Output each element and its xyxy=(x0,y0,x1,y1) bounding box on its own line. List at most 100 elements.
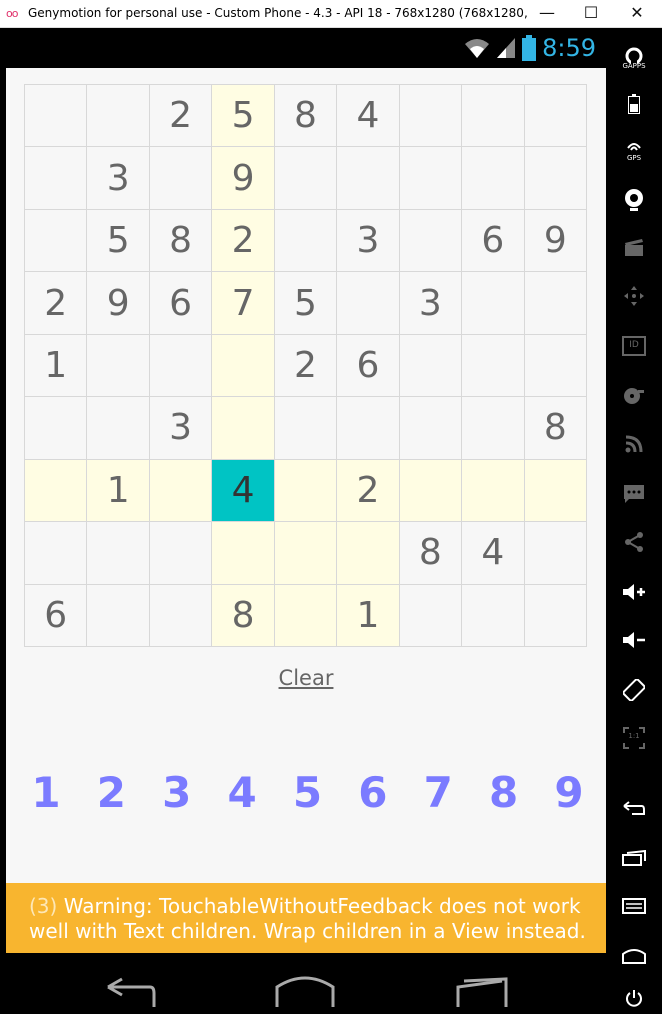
sudoku-cell-r7-c5[interactable] xyxy=(274,459,338,523)
sudoku-cell-r3-c9[interactable]: 9 xyxy=(524,209,587,273)
sudoku-cell-r5-c7[interactable] xyxy=(399,334,463,398)
sudoku-cell-r5-c9[interactable] xyxy=(524,334,587,398)
webcam-button[interactable] xyxy=(618,184,650,216)
sudoku-cell-r3-c5[interactable] xyxy=(274,209,338,273)
numpad-key-5[interactable]: 5 xyxy=(288,768,328,817)
sms-button[interactable] xyxy=(618,478,650,510)
back-button[interactable] xyxy=(618,792,650,824)
sudoku-cell-r1-c7[interactable] xyxy=(399,85,463,148)
sudoku-cell-r7-c8[interactable] xyxy=(462,459,525,523)
sudoku-cell-r4-c9[interactable] xyxy=(524,272,587,335)
home-icon[interactable] xyxy=(275,973,335,1007)
sudoku-cell-r6-c2[interactable] xyxy=(87,397,150,460)
sudoku-cell-r8-c9[interactable] xyxy=(524,522,587,585)
yellow-box-warning[interactable]: (3) Warning: TouchableWithoutFeedback do… xyxy=(6,883,606,953)
numpad-key-6[interactable]: 6 xyxy=(353,768,393,817)
sudoku-cell-r7-c3[interactable] xyxy=(149,459,213,523)
sudoku-cell-r8-c7[interactable]: 8 xyxy=(399,522,463,585)
sudoku-cell-r9-c7[interactable] xyxy=(399,584,463,647)
numpad-key-3[interactable]: 3 xyxy=(157,768,197,817)
menu-button[interactable] xyxy=(618,890,650,922)
close-button[interactable]: ✕ xyxy=(622,3,652,25)
volume-up-button[interactable] xyxy=(618,576,650,608)
sudoku-cell-r3-c2[interactable]: 5 xyxy=(87,209,150,273)
numpad-key-2[interactable]: 2 xyxy=(91,768,131,817)
sudoku-cell-r4-c3[interactable]: 6 xyxy=(149,272,213,335)
sudoku-cell-r1-c3[interactable]: 2 xyxy=(149,85,213,148)
sudoku-cell-r3-c8[interactable]: 6 xyxy=(462,209,525,273)
sudoku-cell-r1-c1[interactable] xyxy=(25,85,88,148)
recent-apps-button[interactable] xyxy=(618,842,650,874)
clear-button[interactable]: Clear xyxy=(279,666,334,690)
screencast-button[interactable] xyxy=(618,232,650,264)
sudoku-cell-r8-c2[interactable] xyxy=(87,522,150,585)
sudoku-cell-r7-c2[interactable]: 1 xyxy=(87,459,150,523)
sudoku-cell-r4-c5[interactable]: 5 xyxy=(274,272,338,335)
sudoku-cell-r1-c8[interactable] xyxy=(462,85,525,148)
sudoku-cell-r6-c5[interactable] xyxy=(274,397,338,460)
sudoku-cell-r6-c4[interactable] xyxy=(212,397,275,460)
sudoku-cell-r6-c7[interactable] xyxy=(399,397,463,460)
numpad-key-9[interactable]: 9 xyxy=(549,768,589,817)
sudoku-cell-r5-c6[interactable]: 6 xyxy=(337,334,400,398)
sudoku-cell-r2-c9[interactable] xyxy=(524,147,587,210)
sudoku-cell-r9-c3[interactable] xyxy=(149,584,213,647)
sudoku-cell-r2-c2[interactable]: 3 xyxy=(87,147,150,210)
power-button[interactable] xyxy=(618,982,650,1014)
disk-io-button[interactable] xyxy=(618,380,650,412)
minimize-button[interactable]: — xyxy=(532,3,562,25)
sudoku-cell-r8-c4[interactable] xyxy=(212,522,275,585)
recent-apps-icon[interactable] xyxy=(452,973,512,1007)
back-icon[interactable] xyxy=(100,973,160,1007)
home-button[interactable] xyxy=(618,940,650,972)
sudoku-cell-r3-c6[interactable]: 3 xyxy=(337,209,400,273)
sudoku-cell-r9-c5[interactable] xyxy=(274,584,338,647)
numpad-key-4[interactable]: 4 xyxy=(222,768,262,817)
sudoku-cell-r7-c6[interactable]: 2 xyxy=(337,459,400,523)
volume-down-button[interactable] xyxy=(618,624,650,656)
numpad-key-7[interactable]: 7 xyxy=(418,768,458,817)
sudoku-cell-r3-c7[interactable] xyxy=(399,209,463,273)
remote-control-button[interactable] xyxy=(618,280,650,312)
sudoku-cell-r5-c5[interactable]: 2 xyxy=(274,334,338,398)
maximize-button[interactable]: ☐ xyxy=(576,3,606,25)
sudoku-cell-r3-c3[interactable]: 8 xyxy=(149,209,213,273)
battery-button[interactable] xyxy=(618,88,650,120)
sudoku-cell-r9-c2[interactable] xyxy=(87,584,150,647)
sudoku-cell-r1-c6[interactable]: 4 xyxy=(337,85,400,148)
sudoku-cell-r5-c3[interactable] xyxy=(149,334,213,398)
sudoku-cell-r7-c7[interactable] xyxy=(399,459,463,523)
share-button[interactable] xyxy=(618,526,650,558)
device-id-button[interactable]: ID xyxy=(618,330,650,362)
sudoku-cell-r6-c8[interactable] xyxy=(462,397,525,460)
numpad-key-1[interactable]: 1 xyxy=(26,768,66,817)
network-button[interactable] xyxy=(618,428,650,460)
sudoku-cell-r2-c1[interactable] xyxy=(25,147,88,210)
gps-button[interactable]: GPS xyxy=(618,132,650,164)
sudoku-cell-r2-c5[interactable] xyxy=(274,147,338,210)
sudoku-cell-r8-c3[interactable] xyxy=(149,522,213,585)
sudoku-cell-r5-c2[interactable] xyxy=(87,334,150,398)
sudoku-cell-r6-c3[interactable]: 3 xyxy=(149,397,213,460)
sudoku-cell-r9-c4[interactable]: 8 xyxy=(212,584,275,647)
sudoku-cell-r5-c8[interactable] xyxy=(462,334,525,398)
sudoku-cell-r5-c4[interactable] xyxy=(212,334,275,398)
sudoku-cell-r4-c8[interactable] xyxy=(462,272,525,335)
numpad-key-8[interactable]: 8 xyxy=(484,768,524,817)
sudoku-cell-r6-c6[interactable] xyxy=(337,397,400,460)
sudoku-cell-r7-c9[interactable] xyxy=(524,459,587,523)
sudoku-cell-r5-c1[interactable]: 1 xyxy=(25,334,88,398)
sudoku-cell-r2-c8[interactable] xyxy=(462,147,525,210)
sudoku-cell-r6-c1[interactable] xyxy=(25,397,88,460)
sudoku-cell-r3-c4[interactable]: 2 xyxy=(212,209,275,273)
sudoku-cell-r9-c9[interactable] xyxy=(524,584,587,647)
sudoku-cell-r9-c1[interactable]: 6 xyxy=(25,584,88,647)
rotate-button[interactable] xyxy=(618,674,650,706)
sudoku-cell-r1-c2[interactable] xyxy=(87,85,150,148)
sudoku-cell-r2-c6[interactable] xyxy=(337,147,400,210)
sudoku-cell-r2-c3[interactable] xyxy=(149,147,213,210)
sudoku-cell-r1-c4[interactable]: 5 xyxy=(212,85,275,148)
sudoku-cell-r1-c5[interactable]: 8 xyxy=(274,85,338,148)
sudoku-cell-r9-c8[interactable] xyxy=(462,584,525,647)
sudoku-cell-r8-c8[interactable]: 4 xyxy=(462,522,525,585)
